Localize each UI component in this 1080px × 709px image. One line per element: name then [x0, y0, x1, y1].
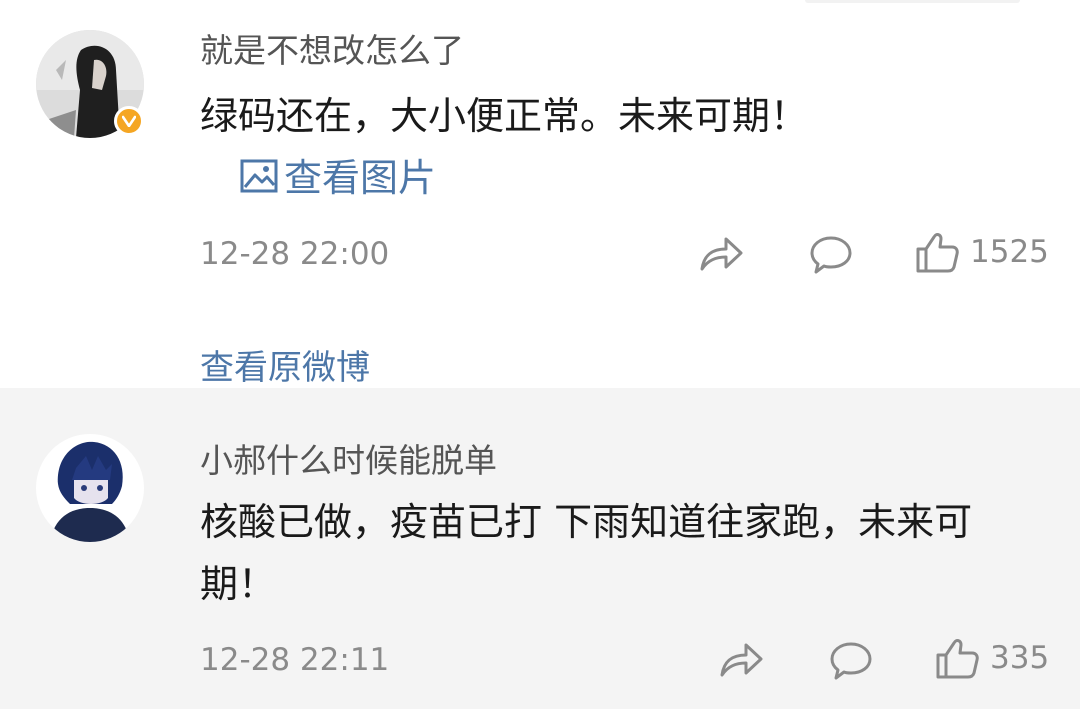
repost-button[interactable] — [698, 233, 744, 275]
timestamp: 12-28 22:00 — [200, 236, 390, 272]
image-icon — [240, 149, 278, 211]
verified-badge-icon — [114, 106, 144, 136]
avatar[interactable] — [36, 434, 144, 542]
share-arrow-icon — [718, 639, 764, 681]
thumbs-up-icon — [934, 635, 980, 681]
like-count: 335 — [990, 640, 1050, 676]
view-image-link[interactable]: 查看图片 — [200, 156, 436, 200]
username[interactable]: 小郝什么时候能脱单 — [200, 434, 497, 482]
view-original-weibo-link[interactable]: 查看原微博 — [200, 340, 370, 389]
comment-button[interactable] — [808, 234, 854, 276]
comment-body: 绿码还在，大小便正常。未来可期！ — [200, 94, 809, 138]
like-button[interactable]: 1525 — [914, 229, 1049, 275]
comment-text: 核酸已做，疫苗已打 下雨知道往家跑，未来可期！ — [200, 500, 973, 606]
repost-button[interactable] — [718, 639, 764, 681]
username[interactable]: 就是不想改怎么了 — [200, 24, 464, 72]
comment-bubble-icon — [828, 640, 874, 682]
like-count: 1525 — [970, 234, 1049, 270]
like-button[interactable]: 335 — [934, 635, 1049, 681]
comment-bubble-icon — [808, 234, 854, 276]
divider — [805, 0, 1020, 3]
timestamp: 12-28 22:11 — [200, 642, 390, 678]
comment-item: 就是不想改怎么了 绿码还在，大小便正常。未来可期！ 查看图片 12-28 22:0… — [0, 0, 1080, 388]
thumbs-up-icon — [914, 229, 960, 275]
comment-item: 小郝什么时候能脱单 核酸已做，疫苗已打 下雨知道往家跑，未来可期！ 12-28 … — [0, 388, 1080, 709]
comment-button[interactable] — [828, 640, 874, 682]
share-arrow-icon — [698, 233, 744, 275]
comment-text: 绿码还在，大小便正常。未来可期！ 查看图片 — [200, 85, 1030, 211]
